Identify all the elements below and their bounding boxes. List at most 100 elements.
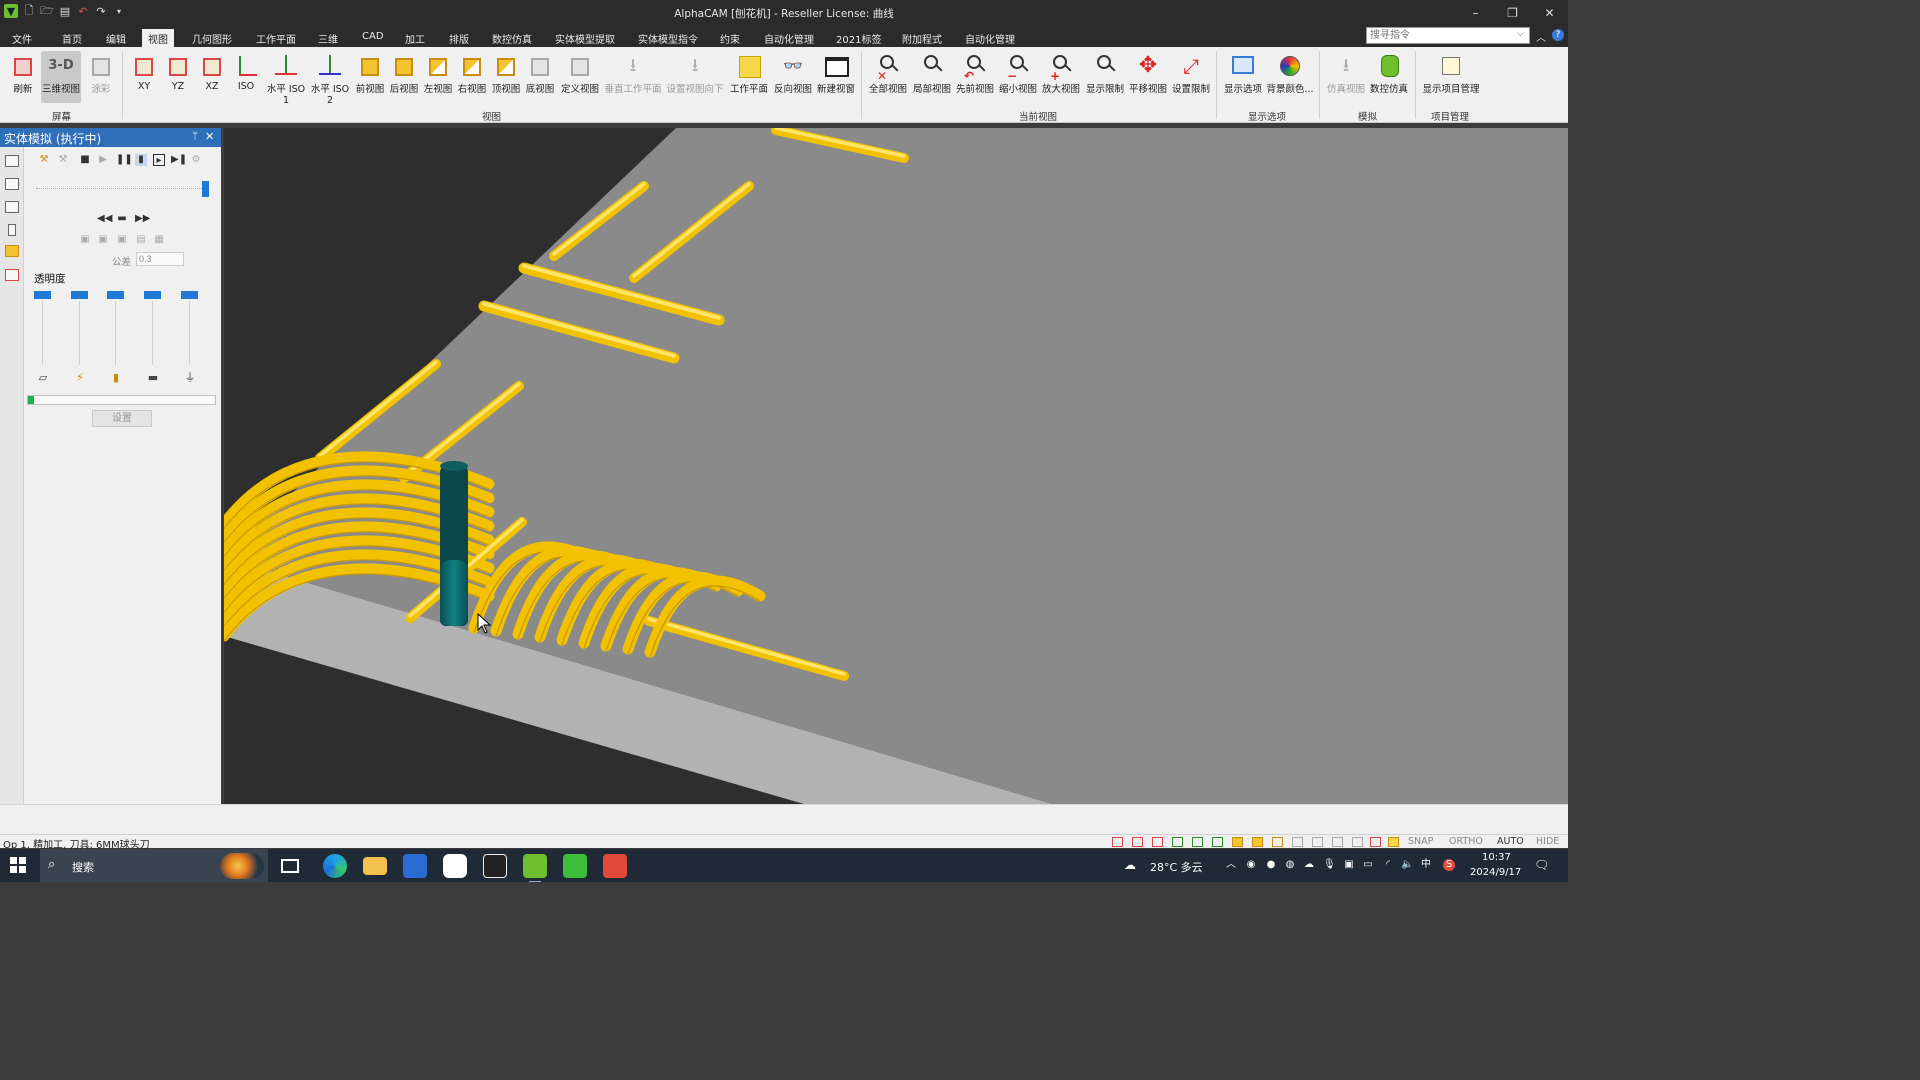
shade-button[interactable]: 涂彩 [81, 51, 121, 103]
tolerance-input[interactable] [136, 252, 184, 266]
command-search-input[interactable] [1366, 27, 1530, 44]
qq-icon[interactable]: ● [1265, 859, 1277, 871]
ime-indicator[interactable]: 中 [1420, 859, 1432, 871]
export-stl-icon[interactable]: ▣ [79, 234, 91, 246]
bottom-view-icon[interactable] [1332, 837, 1343, 847]
workplane-button[interactable]: 工作平面 [727, 51, 771, 103]
tool-visible-icon[interactable]: ▮ [135, 154, 147, 166]
show-project-manager-button[interactable]: 显示项目管理 [1420, 51, 1482, 103]
step-icon[interactable]: ▸ [153, 154, 165, 166]
axes-icon[interactable] [1192, 837, 1203, 847]
project-tab-icon[interactable] [5, 155, 19, 167]
panel-close-icon[interactable]: ✕ [205, 130, 214, 143]
snap-toggle[interactable]: SNAP [1408, 836, 1433, 847]
edge-browser-icon[interactable] [323, 854, 347, 878]
tab-view[interactable]: 视图 [142, 29, 174, 47]
tab-nesting[interactable]: 排版 [443, 29, 475, 47]
right-view-icon[interactable] [1292, 837, 1303, 847]
pinwheel-app-icon[interactable] [443, 854, 467, 878]
file-explorer-icon[interactable] [363, 857, 387, 875]
task-view-icon[interactable] [281, 859, 299, 873]
blue-app-icon[interactable] [403, 854, 427, 878]
tab-addins[interactable]: 附加程式 [896, 29, 948, 47]
clock-time[interactable]: 10:37 [1482, 852, 1511, 863]
nc-simulation-button[interactable]: 数控仿真 [1367, 51, 1411, 103]
options-icon[interactable]: ⚙ [190, 154, 202, 166]
tab-machining[interactable]: 加工 [399, 29, 431, 47]
transparency-slider-3[interactable] [107, 291, 124, 367]
new-viewport-button[interactable]: 新建视窗 [814, 51, 858, 103]
axes-icon[interactable] [1172, 837, 1183, 847]
chevron-up-icon[interactable]: ︿ [1225, 859, 1237, 871]
report-tab-icon[interactable] [5, 269, 19, 281]
view-horizontal-iso-1-button[interactable]: 水平 ISO 1 [264, 51, 308, 106]
tray-app-icon[interactable]: ◍ [1284, 859, 1296, 871]
tab-geometry[interactable]: 几何图形 [186, 29, 238, 47]
set-view-down-button[interactable]: ⭳ 设置视图向下 [664, 51, 726, 103]
display-icon[interactable]: ▭ [1362, 859, 1374, 871]
simulate-icon[interactable]: ⚒ [38, 154, 50, 166]
tab-home[interactable]: 首页 [56, 29, 88, 47]
zoom-out-button[interactable]: − 缩小视图 [996, 51, 1040, 103]
front-view-icon[interactable] [1232, 837, 1243, 847]
save-model-icon[interactable]: ▤ [135, 234, 147, 246]
back-view-icon[interactable] [1252, 837, 1263, 847]
axes-icon[interactable] [1212, 837, 1223, 847]
reverse-view-button[interactable]: 👓 反向视图 [771, 51, 815, 103]
tab-workplane[interactable]: 工作平面 [250, 29, 302, 47]
refresh-button[interactable]: 刷新 [3, 51, 43, 103]
simulation-view-button[interactable]: ⭳ 仿真视图 [1324, 51, 1368, 103]
tools-tab-icon[interactable] [8, 224, 16, 236]
view-horizontal-iso-2-button[interactable]: 水平 ISO 2 [308, 51, 352, 106]
ortho-toggle[interactable]: ORTHO [1449, 836, 1483, 847]
zoom-window-button[interactable]: 局部视图 [910, 51, 954, 103]
display-options-button[interactable]: 显示选项 [1221, 51, 1265, 103]
view-bottom-button[interactable]: 底视图 [520, 51, 560, 103]
tab-cad[interactable]: CAD [356, 29, 390, 47]
stop-icon[interactable]: ■ [79, 154, 91, 166]
stop-step-icon[interactable]: ▬ [116, 213, 128, 225]
collapse-ribbon-icon[interactable]: ︿ [1536, 29, 1546, 44]
custom-view-icon[interactable] [1352, 837, 1363, 847]
zoom-in-button[interactable]: + 放大视图 [1039, 51, 1083, 103]
workplane-icon[interactable] [1388, 837, 1399, 847]
alphacam-taskbar-icon[interactable] [523, 854, 547, 882]
tab-automation-2[interactable]: 自动化管理 [959, 29, 1021, 47]
top-view-icon[interactable] [1312, 837, 1323, 847]
step-end-icon[interactable]: ▶❚ [171, 154, 187, 166]
fast-forward-icon[interactable]: ▶▶ [135, 213, 150, 225]
tab-edit[interactable]: 编辑 [100, 29, 132, 47]
set-limits-button[interactable]: ⤢ 设置限制 [1169, 51, 1213, 103]
dark-app-icon[interactable] [483, 854, 507, 878]
notification-icon[interactable]: 🗨 [1534, 858, 1549, 872]
workplane-down-icon[interactable] [1370, 837, 1381, 847]
weather-cloud-icon[interactable]: ☁ [1124, 858, 1136, 872]
view-iso-button[interactable]: ISO [226, 51, 266, 103]
help-icon[interactable]: ? [1552, 29, 1564, 41]
simulation-tab-icon[interactable] [5, 245, 19, 257]
vertical-workplane-button[interactable]: ⭳ 垂直工作平面 [602, 51, 664, 103]
cube-view-icon[interactable] [1132, 837, 1143, 847]
speed-slider-track[interactable] [36, 188, 208, 189]
iso-view-icon[interactable] [1112, 837, 1123, 847]
clock-date[interactable]: 2024/9/17 [1470, 867, 1521, 878]
onedrive-icon[interactable]: ☁ [1303, 859, 1315, 871]
speed-slider-thumb[interactable] [202, 181, 209, 197]
compare-icon[interactable]: ▣ [97, 234, 109, 246]
background-color-button[interactable]: 背景颜色... [1266, 51, 1314, 103]
layers-tab-icon[interactable] [5, 201, 19, 213]
tab-constraints[interactable]: 约束 [714, 29, 746, 47]
red-c-app-icon[interactable] [603, 854, 627, 878]
zoom-all-button[interactable]: ✕ 全部视图 [866, 51, 910, 103]
green-c-app-icon[interactable] [563, 854, 587, 878]
taskbar-search[interactable]: ⌕ 搜索 [40, 849, 268, 882]
tab-3d[interactable]: 三维 [312, 29, 344, 47]
windows-start-icon[interactable] [10, 857, 26, 873]
hide-toggle[interactable]: HIDE [1536, 836, 1559, 847]
tab-nc-simulation[interactable]: 数控仿真 [486, 29, 538, 47]
pause-icon[interactable]: ❚❚ [116, 154, 133, 166]
sogou-icon[interactable]: S [1443, 859, 1455, 871]
load-model-icon[interactable]: ▦ [153, 234, 165, 246]
simulate-all-icon[interactable]: ⚒ [57, 154, 69, 166]
show-limits-button[interactable]: 显示限制 [1083, 51, 1127, 103]
